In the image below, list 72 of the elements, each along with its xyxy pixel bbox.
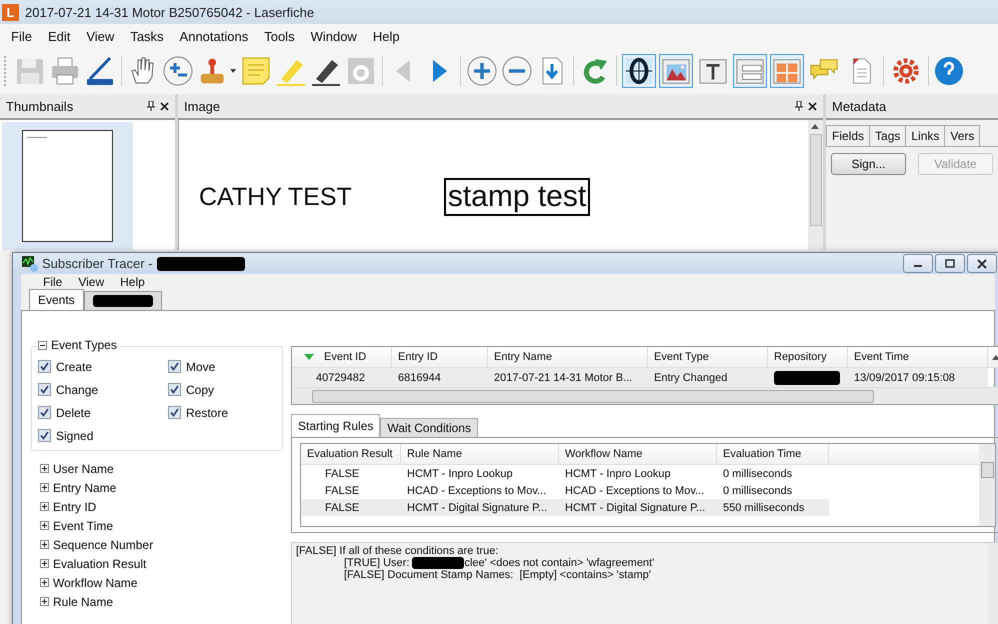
pane-title: Metadata [832, 98, 886, 114]
column-header[interactable]: Entry Name [494, 351, 552, 363]
checkbox-label[interactable]: Copy [186, 382, 214, 396]
document-heading: CATHY TEST [199, 182, 352, 212]
table-cell-text: HCMT - Digital Signature P... [564, 502, 706, 514]
table-cell-text: HCAD - Exceptions to Mov... [406, 484, 548, 496]
table-cell-text: 6816944 [397, 372, 442, 384]
checkbox-label[interactable]: Restore [186, 406, 228, 420]
menu-item[interactable]: View [86, 28, 114, 44]
metadata-tab[interactable]: Vers [944, 125, 980, 146]
table-cell-text: 13/09/2017 09:15:08 [853, 372, 956, 384]
tab[interactable]: Starting Rules [291, 414, 380, 437]
menu-item[interactable]: Edit [48, 28, 70, 44]
tree-item-label[interactable]: Rule Name [53, 594, 114, 608]
checkbox-label[interactable]: Delete [56, 406, 91, 420]
table-cell-text: HCMT - Digital Signature P... [406, 502, 548, 514]
column-header[interactable]: Event Time [854, 351, 910, 363]
table-cell-text: 0 milliseconds [722, 468, 794, 480]
condition-text: [TRUE] User: [344, 557, 410, 569]
tree-item-label[interactable]: User Name [53, 462, 114, 476]
menu-item[interactable]: Window [310, 28, 357, 44]
pane-title: Thumbnails [6, 98, 74, 114]
tree-item-label[interactable]: Entry Name [53, 480, 116, 494]
table-cell-text: HCMT - Inpro Lookup [564, 468, 672, 480]
column-header[interactable]: Repository [774, 351, 827, 363]
column-header[interactable]: Event Type [654, 351, 709, 363]
table-cell-text: HCMT - Inpro Lookup [406, 468, 514, 480]
condition-text: clee' <does not contain> 'wfagreement' [464, 557, 654, 569]
table-cell-text: FALSE [324, 484, 360, 496]
column-header[interactable]: Evaluation Result [301, 444, 401, 464]
window-title: 2017-07-21 14-31 Motor B250765042 - Laserfiche [25, 4, 314, 20]
menu-item[interactable]: File [11, 28, 32, 44]
table-cell-text: HCAD - Exceptions to Mov... [564, 484, 706, 496]
tab[interactable]: Wait Conditions [380, 418, 478, 437]
menu-item[interactable]: View [78, 275, 104, 290]
group-title: Event Types [51, 338, 117, 352]
menu-item[interactable]: Help [372, 28, 400, 44]
table-cell-text: Entry Changed [653, 372, 728, 384]
tree-item-label[interactable]: Entry ID [53, 500, 96, 514]
tree-item-label[interactable]: Evaluation Result [53, 556, 146, 570]
tree-item-label[interactable]: Sequence Number [53, 538, 154, 552]
table-cell-text: 0 milliseconds [722, 484, 794, 496]
column-header[interactable]: Event ID [324, 351, 366, 363]
table-cell-text: FALSE [324, 468, 360, 480]
checkbox-label[interactable]: Signed [56, 428, 94, 442]
checkbox-label[interactable]: Create [56, 360, 92, 374]
checkbox-label[interactable]: Move [186, 360, 216, 374]
pane-title: Image [184, 98, 220, 114]
menu-item[interactable]: Annotations [180, 28, 248, 44]
tracer-window-title: Subscriber Tracer - [42, 256, 153, 272]
column-header[interactable]: Workflow Name [559, 444, 717, 464]
app-logo: L [2, 4, 19, 20]
menu-item[interactable]: File [43, 275, 62, 290]
checkbox-label[interactable]: Change [56, 382, 98, 396]
table-cell-text: 550 milliseconds [722, 502, 806, 514]
condition-text: [FALSE] Document Stamp Names: [Empty] <contains> 'stamp' [344, 569, 651, 581]
column-header[interactable]: Evaluation Time [717, 444, 829, 464]
tree-item-label[interactable]: Event Time [53, 518, 114, 532]
menu-item[interactable]: Tools [264, 28, 295, 44]
metadata-tab[interactable]: Fields [826, 125, 870, 146]
table-cell-text: 2017-07-21 14-31 Motor B... [493, 372, 634, 384]
metadata-button[interactable]: Sign... [831, 153, 906, 175]
tree-item-label[interactable]: Workflow Name [53, 576, 138, 590]
column-header[interactable]: Entry ID [398, 351, 438, 363]
table-cell-text: FALSE [324, 502, 360, 514]
table-cell-text: 40729482 [315, 372, 366, 384]
column-header[interactable]: Rule Name [401, 444, 559, 464]
stamp-annotation[interactable]: stamp test [444, 178, 590, 216]
menu-item[interactable]: Tasks [130, 28, 164, 44]
menu-item[interactable]: Help [120, 275, 145, 290]
condition-text: [FALSE] If all of these conditions are true: [296, 545, 500, 557]
tab[interactable]: Events [29, 289, 84, 310]
